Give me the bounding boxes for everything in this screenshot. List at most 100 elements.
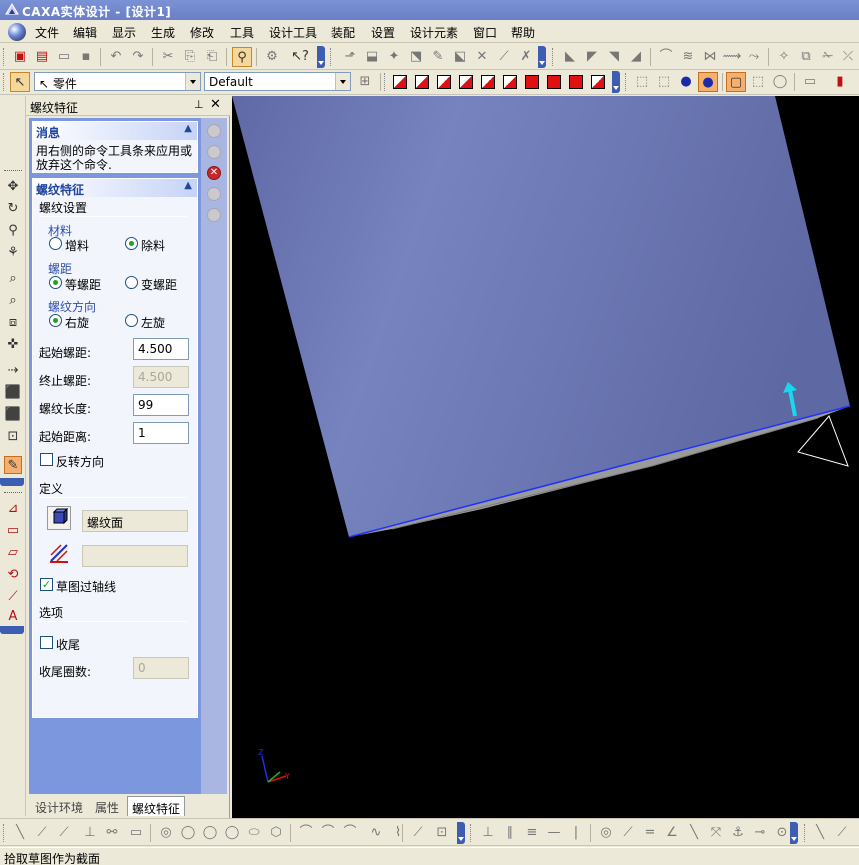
revolve-icon[interactable]: ⬓: [362, 47, 382, 67]
menu-help[interactable]: 帮助: [511, 24, 535, 41]
camera-2-icon[interactable]: ⬛: [4, 406, 22, 424]
help-pointer-icon[interactable]: ↖?: [290, 47, 310, 67]
toolbar-grip[interactable]: [3, 48, 6, 66]
tangent-constraint-icon[interactable]: ⟋: [618, 823, 638, 843]
menu-window[interactable]: 窗口: [473, 24, 497, 41]
tool-icon[interactable]: ⚙: [262, 47, 282, 67]
collapse-icon[interactable]: ▲: [184, 180, 192, 191]
measure-icon[interactable]: ⊡: [4, 428, 22, 446]
cut-feature-icon[interactable]: ✕: [472, 47, 492, 67]
close-icon[interactable]: ✕: [210, 97, 221, 112]
arc-icon-3[interactable]: ⌒: [340, 823, 360, 843]
boolean-icon[interactable]: ⧉: [796, 47, 816, 67]
apply-icon[interactable]: [207, 124, 221, 138]
help-icon[interactable]: [207, 208, 221, 222]
menu-tools[interactable]: 工具: [230, 24, 254, 41]
select-arrow-icon[interactable]: ↖: [10, 72, 30, 92]
line-tool-icon[interactable]: ╲: [10, 823, 30, 843]
menu-settings[interactable]: 设置: [371, 24, 395, 41]
constraint-icon-1[interactable]: ⊥: [478, 823, 498, 843]
sketch-line-icon[interactable]: ⟋: [4, 588, 22, 606]
concentric-icon[interactable]: ◎: [596, 823, 616, 843]
angle-icon[interactable]: ∠: [662, 823, 682, 843]
paste-icon[interactable]: ⎗: [202, 47, 222, 67]
apply-continue-icon[interactable]: [207, 145, 221, 159]
cylinder-body[interactable]: [232, 96, 850, 537]
start-pitch-input[interactable]: 4.500: [133, 338, 189, 360]
polygon-icon[interactable]: ⬡: [266, 823, 286, 843]
chevron-down-icon[interactable]: [335, 73, 350, 90]
surface-icon-4[interactable]: ◢: [626, 47, 646, 67]
design-tree-icon[interactable]: ⚲: [232, 47, 252, 67]
start-distance-input[interactable]: 1: [133, 422, 189, 444]
new-design-icon[interactable]: ▤: [32, 47, 52, 67]
undo-icon[interactable]: ↶: [106, 47, 126, 67]
constraint-icon-4[interactable]: —: [544, 823, 564, 843]
intersect-icon[interactable]: ⤫: [838, 47, 858, 67]
circle-2pt-icon[interactable]: ◯: [178, 823, 198, 843]
chain-tool-icon[interactable]: ⚯: [102, 823, 122, 843]
thread-tool-icon[interactable]: ✎: [4, 456, 22, 474]
zoom-fit-icon[interactable]: ⧈: [4, 314, 22, 332]
sketch-rect-icon[interactable]: ▭: [4, 522, 22, 540]
chamfer-icon[interactable]: ✗: [516, 47, 536, 67]
equal-pitch-radio[interactable]: [49, 276, 62, 289]
orient-icon[interactable]: ✜: [4, 336, 22, 354]
constraint-icon-5[interactable]: |: [566, 823, 586, 843]
menu-view[interactable]: 显示: [112, 24, 136, 41]
curve-icon-1[interactable]: ⌒: [656, 47, 676, 67]
cube-view-icon[interactable]: ⬚: [748, 72, 768, 92]
trim-line-icon[interactable]: ╲: [810, 823, 830, 843]
view-cube-top-icon[interactable]: [481, 75, 495, 89]
perpendicular-tool-icon[interactable]: ⊥: [80, 823, 100, 843]
shell-icon[interactable]: ⬕: [450, 47, 470, 67]
thread-icon[interactable]: ✎: [428, 47, 448, 67]
view-cube-right-icon[interactable]: [459, 75, 473, 89]
view-cube-front-icon[interactable]: [393, 75, 407, 89]
surface-icon-2[interactable]: ◤: [582, 47, 602, 67]
cancel-icon[interactable]: ✕: [207, 166, 221, 180]
remove-material-radio[interactable]: [125, 237, 138, 250]
toolbar-overflow-icon[interactable]: [317, 46, 325, 68]
style-combo[interactable]: Default: [204, 72, 351, 91]
symmetric-icon[interactable]: ⤧: [706, 823, 726, 843]
reverse-direction-checkbox[interactable]: [40, 453, 53, 466]
loft-icon[interactable]: ⬔: [406, 47, 426, 67]
fillet-icon[interactable]: ⟋: [494, 47, 514, 67]
document-globe-icon[interactable]: [8, 23, 26, 41]
wireframe-icon[interactable]: ⬚: [632, 72, 652, 92]
surface-icon-1[interactable]: ◣: [560, 47, 580, 67]
collapse-icon[interactable]: ▲: [184, 123, 192, 134]
realistic-render-icon[interactable]: ●: [698, 72, 718, 92]
menu-assembly[interactable]: 装配: [331, 24, 355, 41]
thread-length-input[interactable]: 99: [133, 394, 189, 416]
fix-icon[interactable]: ⚓: [728, 823, 748, 843]
project-icon[interactable]: ⊡: [432, 823, 452, 843]
sketch-text-icon[interactable]: A: [4, 608, 22, 626]
view-cube-iso-icon[interactable]: [525, 75, 539, 89]
left-hand-radio[interactable]: [125, 314, 138, 327]
hierarchy-icon[interactable]: ⊞: [355, 72, 375, 92]
dimension-icon[interactable]: ╲: [684, 823, 704, 843]
menu-edit[interactable]: 编辑: [73, 24, 97, 41]
save-icon[interactable]: ▪: [76, 47, 96, 67]
tab-thread-feature[interactable]: 螺纹特征: [127, 796, 186, 816]
sketch-triangle[interactable]: [797, 415, 849, 467]
menu-design-tools[interactable]: 设计工具: [269, 24, 317, 41]
new-file-icon[interactable]: ▣: [10, 47, 30, 67]
perspective-icon[interactable]: ▢: [726, 72, 746, 92]
offset-icon[interactable]: ⟋: [408, 823, 428, 843]
open-icon[interactable]: ▭: [54, 47, 74, 67]
tab-design-environment[interactable]: 设计环境: [31, 796, 87, 816]
spline-icon[interactable]: ∿: [366, 823, 386, 843]
pan-icon[interactable]: ✥: [4, 178, 22, 196]
right-hand-radio[interactable]: [49, 314, 62, 327]
arc-icon-1[interactable]: ⌒: [296, 823, 316, 843]
sketch-axis-checkbox[interactable]: ✓: [40, 578, 53, 591]
circle-3pt-icon[interactable]: ◯: [200, 823, 220, 843]
coincident-icon[interactable]: ⊙: [772, 823, 792, 843]
arc-icon-2[interactable]: ⌒: [318, 823, 338, 843]
view-cube-iso2-icon[interactable]: [547, 75, 561, 89]
rectangle-tool-icon[interactable]: ▭: [126, 823, 146, 843]
window-icon[interactable]: ▭: [800, 72, 820, 92]
